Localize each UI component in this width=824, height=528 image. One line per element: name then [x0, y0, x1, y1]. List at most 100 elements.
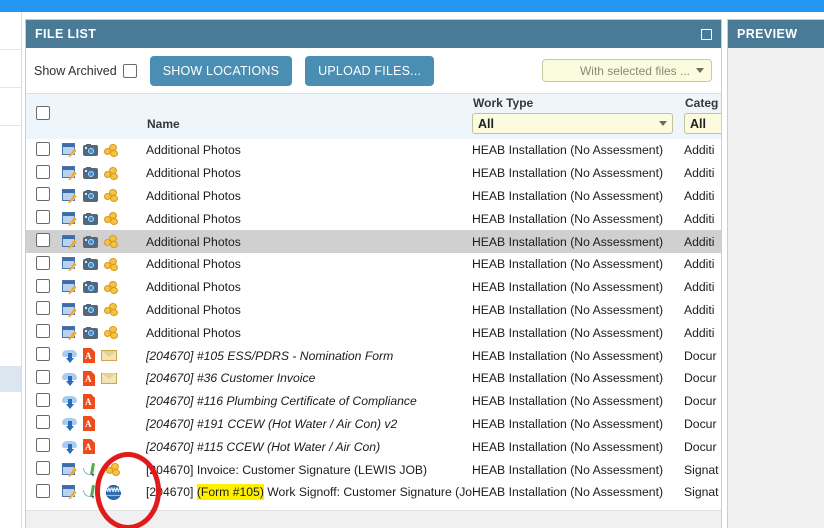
photo-cluster-icon[interactable] [104, 167, 118, 180]
envelope-icon[interactable] [101, 373, 117, 384]
sidebar-row-active[interactable] [0, 366, 21, 392]
pdf-file-icon[interactable]: A [83, 416, 95, 431]
table-row[interactable]: Additional PhotosHEAB Installation (No A… [26, 162, 721, 185]
pdf-file-icon[interactable]: A [83, 439, 95, 454]
table-row[interactable]: A [204670] #115 CCEW (Hot Water / Air Con… [26, 435, 721, 458]
camera-icon[interactable] [83, 167, 98, 179]
photo-cluster-icon[interactable] [104, 212, 118, 225]
edit-document-icon[interactable] [62, 326, 77, 340]
download-cloud-icon[interactable] [62, 349, 77, 362]
photo-cluster-icon[interactable] [104, 144, 118, 157]
row-checkbox[interactable] [36, 415, 50, 429]
table-row[interactable]: [204670] Invoice: Customer Signature (LE… [26, 458, 721, 481]
download-cloud-icon[interactable] [62, 372, 77, 385]
envelope-icon[interactable] [101, 350, 117, 361]
table-row[interactable]: A [204670] #105 ESS/PDRS - Nomination For… [26, 344, 721, 367]
sidebar-row[interactable] [0, 50, 21, 88]
table-row[interactable]: Additional PhotosHEAB Installation (No A… [26, 207, 721, 230]
table-row[interactable]: Additional PhotosHEAB Installation (No A… [26, 185, 721, 208]
camera-icon[interactable] [83, 144, 98, 156]
sidebar-row[interactable] [0, 88, 21, 126]
row-name-cell[interactable]: [204670] (Form #105) Work Signoff: Custo… [146, 481, 472, 504]
table-row[interactable]: WWW [204670] (Form #105) Work Signoff: Cu… [26, 481, 721, 504]
with-selected-files-dropdown[interactable]: With selected files ... [542, 59, 712, 82]
table-row[interactable]: A[204670] #36 Customer InvoiceHEAB Insta… [26, 367, 721, 390]
file-list-table-wrapper[interactable]: Name Work Type All Categ A [26, 94, 721, 528]
row-checkbox[interactable] [36, 142, 50, 156]
pdf-file-icon[interactable]: A [83, 394, 95, 409]
edit-document-icon[interactable] [62, 485, 77, 499]
photo-cluster-icon[interactable] [104, 326, 118, 339]
name-header[interactable]: Name [146, 94, 472, 139]
www-globe-icon[interactable]: WWW [106, 485, 121, 500]
row-name-cell[interactable]: [204670] Invoice: Customer Signature (LE… [146, 458, 472, 481]
show-locations-button[interactable]: SHOW LOCATIONS [150, 56, 292, 86]
row-checkbox[interactable] [36, 233, 50, 247]
row-checkbox[interactable] [36, 187, 50, 201]
camera-icon[interactable] [83, 304, 98, 316]
row-name-cell[interactable]: [204670] #115 CCEW (Hot Water / Air Con) [146, 435, 472, 458]
row-name-cell[interactable]: Additional Photos [146, 207, 472, 230]
photo-cluster-icon[interactable] [104, 281, 118, 294]
row-checkbox[interactable] [36, 256, 50, 270]
row-name-cell[interactable]: [204670] #191 CCEW (Hot Water / Air Con)… [146, 413, 472, 436]
category-filter-select[interactable]: All [684, 113, 721, 134]
row-name-cell[interactable]: [204670] #116 Plumbing Certificate of Co… [146, 390, 472, 413]
download-cloud-icon[interactable] [62, 395, 77, 408]
row-checkbox[interactable] [36, 461, 50, 475]
edit-document-icon[interactable] [62, 143, 77, 157]
camera-icon[interactable] [83, 236, 98, 248]
camera-icon[interactable] [83, 190, 98, 202]
row-checkbox[interactable] [36, 484, 50, 498]
row-checkbox[interactable] [36, 370, 50, 384]
row-name-cell[interactable]: Additional Photos [146, 321, 472, 344]
row-checkbox[interactable] [36, 301, 50, 315]
table-row[interactable]: Additional PhotosHEAB Installation (No A… [26, 253, 721, 276]
square-collapse-icon[interactable] [701, 29, 712, 40]
row-name-cell[interactable]: [204670] #36 Customer Invoice [146, 367, 472, 390]
photo-cluster-icon[interactable] [104, 303, 118, 316]
row-checkbox[interactable] [36, 393, 50, 407]
edit-document-icon[interactable] [62, 212, 77, 226]
camera-icon[interactable] [83, 258, 98, 270]
row-name-cell[interactable]: Additional Photos [146, 162, 472, 185]
row-checkbox[interactable] [36, 324, 50, 338]
edit-document-icon[interactable] [62, 166, 77, 180]
edit-document-icon[interactable] [62, 303, 77, 317]
row-checkbox[interactable] [36, 347, 50, 361]
table-row[interactable]: Additional PhotosHEAB Installation (No A… [26, 139, 721, 162]
row-name-cell[interactable]: Additional Photos [146, 139, 472, 162]
table-row[interactable]: A [204670] #116 Plumbing Certificate of C… [26, 390, 721, 413]
camera-icon[interactable] [83, 281, 98, 293]
work-type-filter-select[interactable]: All [472, 113, 673, 134]
sidebar-row[interactable] [0, 12, 21, 50]
select-all-checkbox[interactable] [36, 106, 50, 120]
edit-document-icon[interactable] [62, 235, 77, 249]
edit-document-icon[interactable] [62, 189, 77, 203]
photo-cluster-icon[interactable] [104, 258, 118, 271]
sidebar-row[interactable] [0, 126, 21, 366]
upload-files-button[interactable]: UPLOAD FILES... [305, 56, 434, 86]
download-cloud-icon[interactable] [62, 440, 77, 453]
row-checkbox[interactable] [36, 165, 50, 179]
row-name-cell[interactable]: Additional Photos [146, 299, 472, 322]
row-checkbox[interactable] [36, 438, 50, 452]
show-archived-checkbox[interactable] [123, 64, 137, 78]
row-name-cell[interactable]: Additional Photos [146, 185, 472, 208]
row-name-cell[interactable]: Additional Photos [146, 253, 472, 276]
edit-document-icon[interactable] [62, 257, 77, 271]
table-row[interactable]: Additional PhotosHEAB Installation (No A… [26, 230, 721, 253]
sidebar-row[interactable] [0, 392, 21, 528]
row-checkbox[interactable] [36, 210, 50, 224]
camera-icon[interactable] [83, 213, 98, 225]
photo-cluster-icon[interactable] [106, 463, 120, 476]
row-name-cell[interactable]: Additional Photos [146, 230, 472, 253]
table-row[interactable]: Additional PhotosHEAB Installation (No A… [26, 276, 721, 299]
signature-pen-icon[interactable] [83, 485, 100, 499]
pdf-file-icon[interactable]: A [83, 371, 95, 386]
edit-document-icon[interactable] [62, 463, 77, 477]
photo-cluster-icon[interactable] [104, 189, 118, 202]
row-name-cell[interactable]: [204670] #105 ESS/PDRS - Nomination Form [146, 344, 472, 367]
pdf-file-icon[interactable]: A [83, 348, 95, 363]
left-sidebar-strip[interactable] [0, 12, 22, 528]
